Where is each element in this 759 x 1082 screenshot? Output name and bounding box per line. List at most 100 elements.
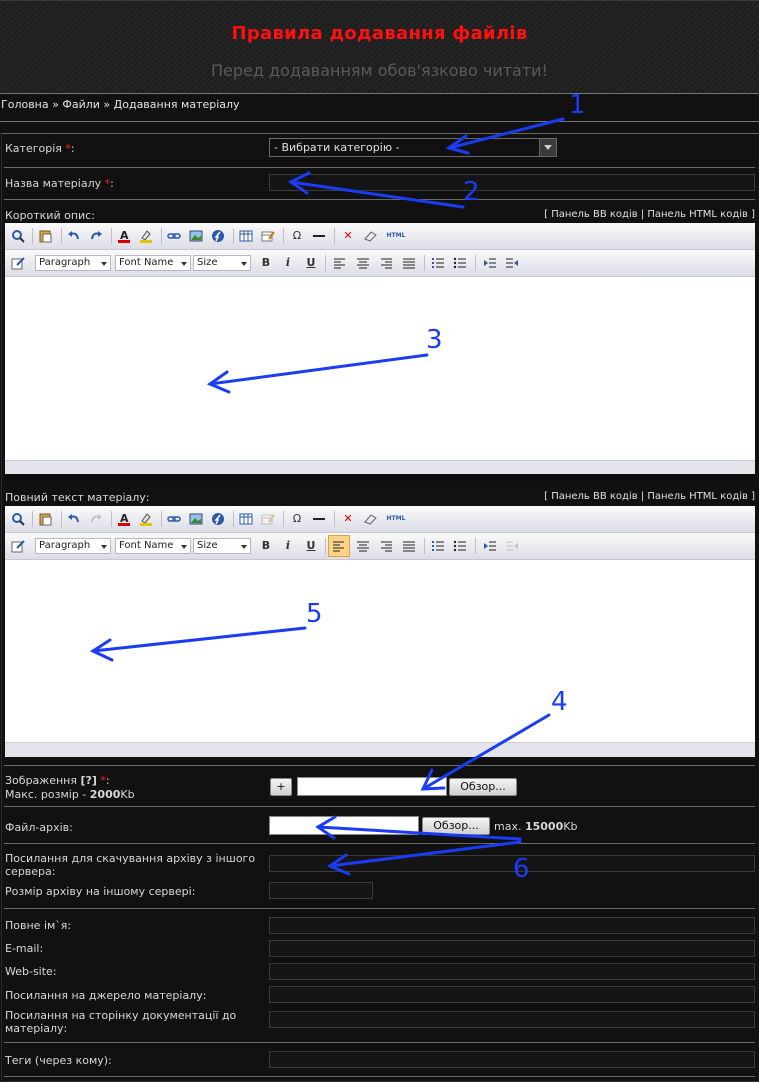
toolbar-separator bbox=[283, 228, 284, 244]
horizontal-rule-icon[interactable] bbox=[310, 227, 328, 245]
bold-button[interactable]: B bbox=[257, 537, 275, 555]
outdent-icon[interactable] bbox=[503, 254, 521, 272]
redo-icon[interactable] bbox=[87, 227, 105, 245]
archive-browse-button[interactable]: Обзор... bbox=[422, 817, 490, 835]
rules-title-link[interactable]: Правила додавання файлів bbox=[0, 23, 759, 44]
outdent-icon[interactable] bbox=[503, 537, 521, 555]
archive-file-input[interactable] bbox=[269, 816, 419, 835]
divider bbox=[4, 1076, 755, 1077]
align-left-icon[interactable] bbox=[331, 254, 349, 272]
image-icon[interactable] bbox=[187, 510, 205, 528]
style-edit-icon[interactable] bbox=[9, 537, 27, 555]
underline-button[interactable]: U bbox=[302, 537, 320, 555]
image-browse-button[interactable]: Обзор... bbox=[449, 778, 517, 796]
breadcrumb-files[interactable]: Файли bbox=[62, 98, 100, 111]
align-justify-icon[interactable] bbox=[400, 537, 418, 555]
font-name-select[interactable]: Font Name bbox=[115, 538, 191, 554]
indent-icon[interactable] bbox=[481, 537, 499, 555]
editor-toolbar-row2: Paragraph Font Name Size B i U bbox=[5, 250, 755, 277]
image-icon[interactable] bbox=[187, 227, 205, 245]
image-file-input[interactable] bbox=[297, 777, 447, 796]
paste-icon[interactable] bbox=[36, 227, 54, 245]
toolbar-separator bbox=[161, 511, 162, 527]
full-text-textarea[interactable] bbox=[5, 561, 755, 743]
flash-icon[interactable] bbox=[209, 227, 227, 245]
editor-toolbar-row1: A Ω ✕ HTML bbox=[5, 223, 755, 250]
breadcrumb-sep: » bbox=[103, 98, 111, 111]
font-name-select[interactable]: Font Name bbox=[115, 255, 191, 271]
title-input[interactable] bbox=[269, 174, 755, 191]
eraser-icon[interactable] bbox=[361, 510, 379, 528]
highlight-color-icon[interactable] bbox=[137, 227, 155, 245]
preview-icon[interactable] bbox=[9, 227, 27, 245]
toolbar-separator bbox=[61, 511, 62, 527]
docs-input[interactable] bbox=[269, 1011, 755, 1028]
external-size-label: Розмір архіву на іншому сервері: bbox=[5, 885, 196, 898]
indent-icon[interactable] bbox=[481, 254, 499, 272]
editor-panel-switch[interactable]: [ Панель BB кодів | Панель HTML кодів ] bbox=[544, 209, 755, 220]
eraser-icon[interactable] bbox=[361, 227, 379, 245]
ordered-list-icon[interactable] bbox=[429, 254, 447, 272]
align-center-icon[interactable] bbox=[354, 254, 372, 272]
unordered-list-icon[interactable] bbox=[451, 537, 469, 555]
external-size-input[interactable] bbox=[269, 882, 373, 899]
table-icon[interactable] bbox=[237, 227, 255, 245]
full-text-editor: A Ω ✕ HTML Paragraph Font Name Size B i … bbox=[5, 506, 755, 757]
italic-button[interactable]: i bbox=[279, 537, 297, 555]
short-description-label: Короткий опис: bbox=[5, 209, 95, 222]
style-edit-icon[interactable] bbox=[9, 254, 27, 272]
remove-format-icon[interactable]: ✕ bbox=[339, 510, 357, 528]
table-edit-icon[interactable] bbox=[259, 510, 277, 528]
remove-format-icon[interactable]: ✕ bbox=[339, 227, 357, 245]
link-icon[interactable] bbox=[165, 510, 183, 528]
breadcrumb-home[interactable]: Головна bbox=[1, 98, 49, 111]
paragraph-format-select[interactable]: Paragraph bbox=[35, 255, 111, 271]
align-right-icon[interactable] bbox=[377, 254, 395, 272]
paste-icon[interactable] bbox=[36, 510, 54, 528]
ordered-list-icon[interactable] bbox=[429, 537, 447, 555]
highlight-color-icon[interactable] bbox=[137, 510, 155, 528]
underline-button[interactable]: U bbox=[302, 254, 320, 272]
font-size-select[interactable]: Size bbox=[193, 255, 251, 271]
italic-button[interactable]: i bbox=[279, 254, 297, 272]
paragraph-format-select[interactable]: Paragraph bbox=[35, 538, 111, 554]
bold-button[interactable]: B bbox=[257, 254, 275, 272]
tags-input[interactable] bbox=[269, 1051, 755, 1068]
html-source-icon[interactable]: HTML bbox=[385, 510, 407, 528]
table-icon[interactable] bbox=[237, 510, 255, 528]
redo-icon[interactable] bbox=[87, 510, 105, 528]
toolbar-separator bbox=[61, 228, 62, 244]
source-input[interactable] bbox=[269, 986, 755, 1003]
preview-icon[interactable] bbox=[9, 510, 27, 528]
flash-icon[interactable] bbox=[209, 510, 227, 528]
toolbar-separator bbox=[424, 538, 425, 554]
short-description-textarea[interactable] bbox=[5, 278, 755, 460]
archive-max-size: max. 15000Kb bbox=[494, 820, 578, 833]
link-icon[interactable] bbox=[165, 227, 183, 245]
align-center-icon[interactable] bbox=[354, 537, 372, 555]
special-char-icon[interactable]: Ω bbox=[288, 510, 306, 528]
table-edit-icon[interactable] bbox=[259, 227, 277, 245]
horizontal-rule-icon[interactable] bbox=[310, 510, 328, 528]
image-help-link[interactable]: [?] bbox=[80, 774, 96, 787]
undo-icon[interactable] bbox=[65, 227, 83, 245]
align-justify-icon[interactable] bbox=[400, 254, 418, 272]
editor-panel-switch[interactable]: [ Панель BB кодів | Панель HTML кодів ] bbox=[544, 491, 755, 502]
undo-icon[interactable] bbox=[65, 510, 83, 528]
unordered-list-icon[interactable] bbox=[451, 254, 469, 272]
special-char-icon[interactable]: Ω bbox=[288, 227, 306, 245]
external-link-input[interactable] bbox=[269, 855, 755, 872]
text-color-icon[interactable]: A bbox=[115, 227, 133, 245]
email-input[interactable] bbox=[269, 940, 755, 957]
category-select[interactable]: - Вибрати категорію - bbox=[269, 138, 557, 157]
align-right-icon[interactable] bbox=[377, 537, 395, 555]
fullname-input[interactable] bbox=[269, 917, 755, 934]
html-source-icon[interactable]: HTML bbox=[385, 227, 407, 245]
website-input[interactable] bbox=[269, 963, 755, 980]
align-left-icon[interactable] bbox=[328, 535, 350, 557]
font-size-select[interactable]: Size bbox=[193, 538, 251, 554]
editor-toolbar-row2: Paragraph Font Name Size B i U bbox=[5, 533, 755, 560]
text-color-icon[interactable]: A bbox=[115, 510, 133, 528]
add-image-field-button[interactable]: + bbox=[270, 778, 292, 796]
editor-resize-handle[interactable] bbox=[5, 474, 755, 481]
